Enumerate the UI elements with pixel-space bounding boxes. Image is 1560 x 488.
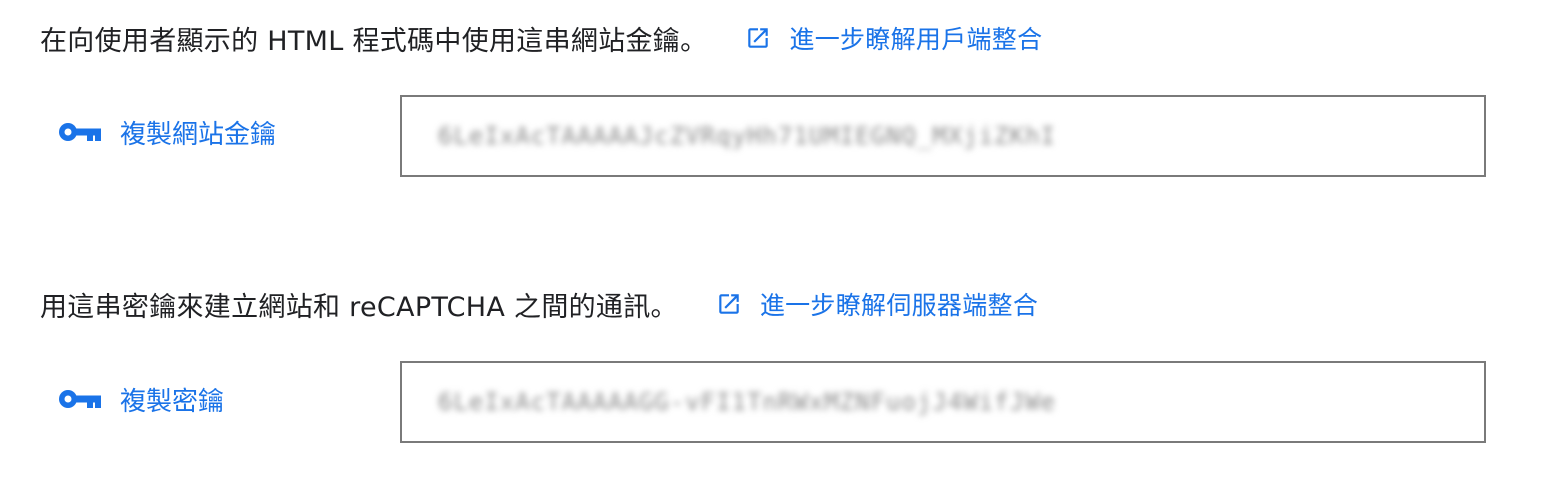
learn-more-server-link[interactable]: 進一步瞭解伺服器端整合 <box>716 286 1038 322</box>
site-key-field[interactable]: 6LeIxAcTAAAAAJcZVRqyHh71UMIEGNQ_MXjiZKhI <box>400 95 1486 177</box>
learn-more-server-label: 進一步瞭解伺服器端整合 <box>759 291 1039 320</box>
site-key-description-row: 在向使用者顯示的 HTML 程式碼中使用這串網站金鑰。 進一步瞭解用戶端整合 <box>40 16 1042 60</box>
secret-key-description-row: 用這串密鑰來建立網站和 reCAPTCHA 之間的通訊。 進一步瞭解伺服器端整合 <box>40 282 1038 326</box>
secret-key-value: 6LeIxAcTAAAAAGG-vFI1TnRWxMZNFuojJ4WifJWe <box>438 388 1056 416</box>
key-icon <box>59 123 101 141</box>
secret-key-field[interactable]: 6LeIxAcTAAAAAGG-vFI1TnRWxMZNFuojJ4WifJWe <box>400 361 1486 443</box>
key-icon <box>59 390 101 408</box>
copy-secret-key-label: 複製密鑰 <box>120 386 225 417</box>
copy-secret-key-button[interactable]: 複製密鑰 <box>58 377 224 421</box>
open-in-new-icon <box>748 28 769 48</box>
learn-more-client-link[interactable]: 進一步瞭解用戶端整合 <box>745 20 1042 56</box>
copy-site-key-button[interactable]: 複製網站金鑰 <box>58 110 276 154</box>
learn-more-client-label: 進一步瞭解用戶端整合 <box>789 25 1043 54</box>
site-key-description: 在向使用者顯示的 HTML 程式碼中使用這串網站金鑰。 <box>40 25 708 57</box>
open-in-new-icon <box>719 294 739 314</box>
site-key-value: 6LeIxAcTAAAAAJcZVRqyHh71UMIEGNQ_MXjiZKhI <box>438 122 1056 150</box>
secret-key-description: 用這串密鑰來建立網站和 reCAPTCHA 之間的通訊。 <box>40 291 678 323</box>
copy-site-key-label: 複製網站金鑰 <box>120 119 277 150</box>
